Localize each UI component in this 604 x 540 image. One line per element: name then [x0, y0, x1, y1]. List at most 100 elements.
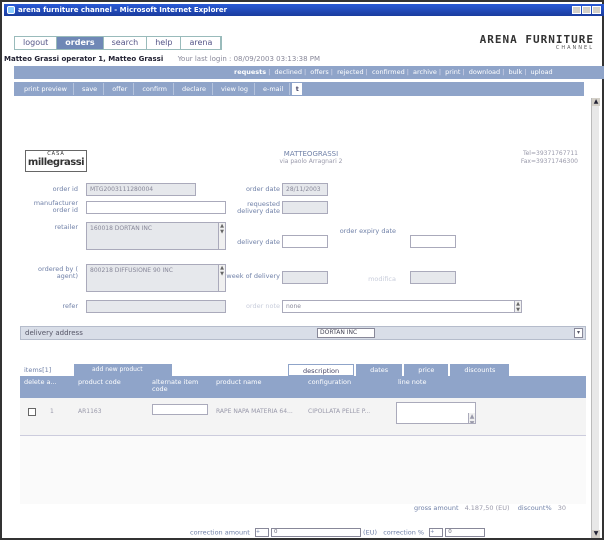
scroll-down-icon[interactable]: ▼: [592, 530, 600, 538]
ordered-by-scroll-icon[interactable]: ▲ ▼: [218, 265, 225, 291]
order-note-label: order note: [245, 302, 280, 310]
order-date-field[interactable]: 28/11/2003: [282, 183, 328, 196]
correction-row: correction amount + 0 (EU) correction % …: [190, 528, 486, 537]
tab-search[interactable]: search: [103, 37, 148, 49]
action-declined[interactable]: declined: [274, 68, 302, 76]
tab-description[interactable]: description: [288, 364, 355, 376]
column-configuration: configuration: [308, 378, 352, 386]
item-tabs: description dates price discounts: [288, 364, 510, 376]
delivery-address-select[interactable]: DORTAN INC: [317, 328, 375, 338]
correction-amount-sign[interactable]: +: [254, 528, 269, 537]
print-preview-button[interactable]: print preview: [18, 83, 74, 95]
customer-info: MATTEOGRASSI via paolo Arragnari 2: [236, 150, 386, 165]
last-login: Your last login : 08/09/2003 03:13:38 PM: [177, 55, 321, 63]
scroll-up-icon[interactable]: ▲: [592, 98, 600, 106]
declare-button[interactable]: declare: [176, 83, 214, 95]
ordered-by-select[interactable]: 800218 DIFFUSIONE 90 INC ▲ ▼: [86, 264, 226, 292]
tab-dates[interactable]: dates: [356, 364, 403, 376]
view-log-button[interactable]: view log: [215, 83, 255, 95]
items-header: items[1] add new product description dat…: [20, 364, 586, 376]
offer-button[interactable]: offer: [106, 83, 135, 95]
retailer-select[interactable]: 160018 DORTAN INC ▲ ▼: [86, 222, 226, 250]
items-table-header: delete a... product code alternate item …: [20, 376, 586, 398]
vertical-scrollbar[interactable]: ▲ ▼: [591, 98, 600, 538]
order-actions-bar: requests | declined | offers | rejected | co…: [14, 66, 604, 79]
modifica-label: modifica: [368, 275, 396, 283]
tab-price[interactable]: price: [404, 364, 449, 376]
correction-percent-field[interactable]: 0: [445, 528, 486, 537]
action-upload[interactable]: upload: [531, 68, 553, 76]
order-toolbar: print preview save offer confirm declare…: [14, 82, 584, 96]
close-icon[interactable]: [592, 6, 601, 14]
table-row: 1 AR1163 RAPE NAPA MATERIA 64... CIPOLLA…: [20, 398, 586, 436]
retailer-scroll-icon[interactable]: ▲ ▼: [218, 223, 225, 249]
tab-logout[interactable]: logout: [15, 37, 58, 49]
column-product-code: product code: [78, 378, 121, 386]
alternate-code-field[interactable]: [152, 404, 208, 415]
user-info: Matteo Grassi operator 1, Matteo Grassi …: [4, 55, 320, 63]
action-download[interactable]: download: [469, 68, 500, 76]
refer-label: refer: [62, 302, 79, 310]
customer-address: via paolo Arragnari 2: [279, 158, 343, 165]
correction-percent-label: correction %: [383, 528, 425, 537]
delivery-date-label: delivery date: [237, 238, 280, 246]
delivery-address-label: delivery address: [25, 329, 83, 337]
action-offers[interactable]: offers: [310, 68, 329, 76]
line-note-scroll-icon[interactable]: ▲ ▼: [468, 413, 475, 423]
correction-percent-sign[interactable]: +: [429, 528, 444, 537]
correction-amount-label: correction amount: [190, 528, 250, 537]
t-button[interactable]: t: [292, 83, 303, 95]
order-expiry-date-label: order expiry date: [339, 227, 396, 235]
refer-field[interactable]: [86, 300, 226, 313]
correction-amount-field[interactable]: 0: [270, 528, 361, 537]
gross-amount-label: gross amount: [413, 504, 459, 512]
retailer-label: retailer: [54, 223, 78, 231]
manufacturer-order-id-field[interactable]: [86, 201, 226, 214]
action-rejected[interactable]: rejected: [337, 68, 364, 76]
modifica-field[interactable]: [410, 271, 456, 284]
customer-phones: Tel=39371767711 Fax=39371746300: [521, 150, 578, 166]
fax-number: Fax=39371746300: [520, 158, 578, 165]
line-note-field[interactable]: ▲ ▼: [396, 402, 476, 424]
totals: gross amount 4.187,50 (EU) discount% 30: [414, 504, 566, 512]
confirm-button[interactable]: confirm: [136, 83, 174, 95]
order-expiry-date-field[interactable]: [410, 235, 456, 248]
order-date-label: order date: [245, 185, 280, 193]
save-button[interactable]: save: [76, 83, 105, 95]
minimize-icon[interactable]: [572, 6, 581, 14]
action-requests[interactable]: requests: [234, 68, 266, 76]
discount-label: discount%: [517, 504, 552, 512]
action-print[interactable]: print: [445, 68, 460, 76]
maximize-icon[interactable]: [582, 6, 591, 14]
tab-discounts[interactable]: discounts: [450, 364, 510, 376]
chevron-down-icon[interactable]: ▾: [574, 328, 583, 338]
action-confirmed[interactable]: confirmed: [372, 68, 405, 76]
order-note-scroll-icon[interactable]: ▲ ▼: [514, 301, 521, 312]
user-name: Matteo Grassi operator 1, Matteo Grassi: [4, 55, 164, 63]
delete-checkbox[interactable]: [28, 408, 36, 416]
email-button[interactable]: e-mail: [257, 83, 291, 95]
product-code: AR1163: [78, 408, 102, 415]
items-count: items[1]: [24, 366, 52, 374]
requested-delivery-date-field[interactable]: [282, 201, 328, 214]
tab-orders[interactable]: orders: [57, 37, 104, 49]
window-controls: [572, 6, 601, 14]
order-note-field[interactable]: none ▲ ▼: [282, 300, 522, 313]
week-of-delivery-label: week of delivery: [226, 272, 280, 280]
requested-delivery-date-label: requested delivery date: [237, 200, 280, 215]
order-form: order id MTG2003111280004 manufacturer o…: [20, 182, 586, 313]
tab-arena[interactable]: arena: [181, 37, 222, 49]
column-line-note: line note: [398, 378, 427, 386]
internet-explorer-icon: [7, 6, 15, 14]
retailer-logo: CASA millegrassi: [25, 150, 87, 172]
action-archive[interactable]: archive: [413, 68, 437, 76]
delivery-address-bar: delivery address DORTAN INC ▾: [20, 326, 586, 340]
add-product-button[interactable]: add new product: [74, 364, 172, 376]
delivery-date-field[interactable]: [282, 235, 328, 248]
week-of-delivery-field[interactable]: [282, 271, 328, 284]
order-id-field[interactable]: MTG2003111280004: [86, 183, 196, 196]
tab-help[interactable]: help: [147, 37, 182, 49]
customer-name: MATTEOGRASSI: [283, 150, 339, 158]
ordered-by-label: ordered by ( agent): [38, 265, 78, 280]
action-bulk[interactable]: bulk: [508, 68, 522, 76]
